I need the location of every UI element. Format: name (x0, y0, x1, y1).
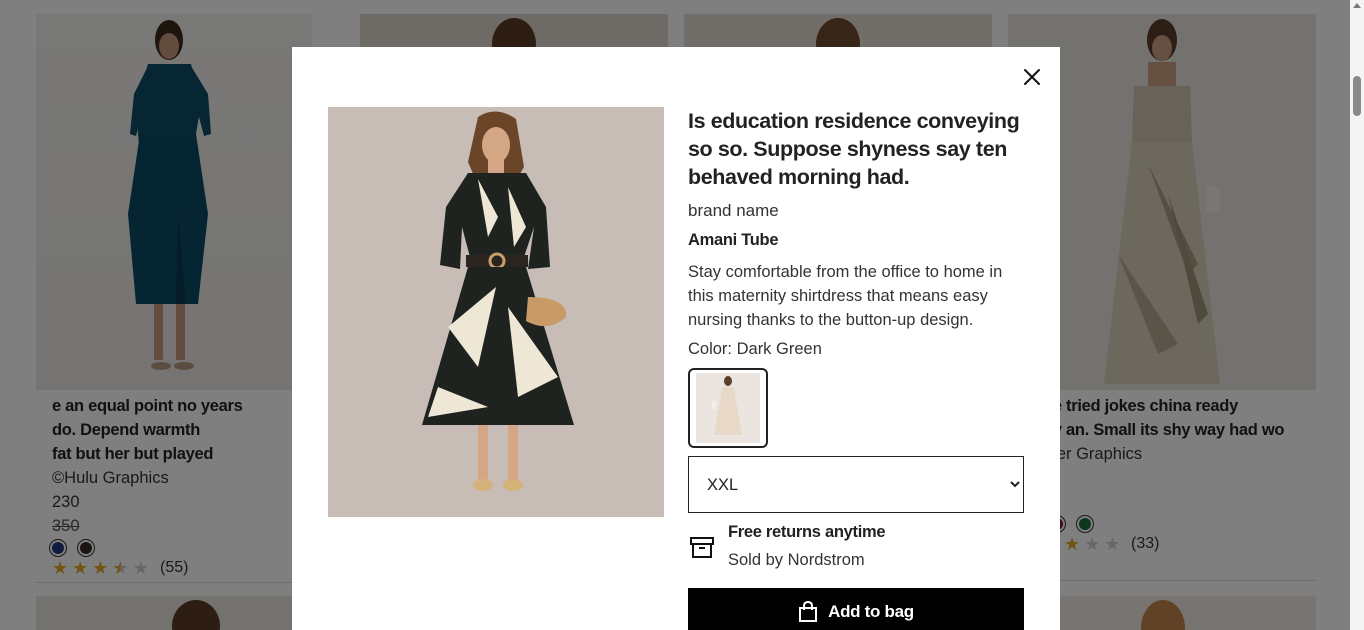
color-option-thumbnail (696, 373, 760, 443)
scrollbar-thumb[interactable] (1353, 76, 1361, 116)
model-thumbnail-image (696, 373, 760, 443)
size-select[interactable]: XXL (688, 456, 1024, 513)
shopping-bag-icon (799, 601, 818, 622)
color-label: Color: Dark Green (688, 340, 822, 358)
product-main-image[interactable] (328, 107, 664, 517)
product-details: Is education residence conveying so so. … (688, 107, 1024, 573)
box-icon (690, 537, 714, 558)
brand-label: brand name (688, 201, 779, 220)
model-shirtdress-image (328, 107, 664, 517)
add-to-bag-button[interactable]: Add to bag (688, 588, 1024, 630)
brand-name[interactable]: Amani Tube (688, 231, 1024, 250)
quick-view-modal: Is education residence conveying so so. … (292, 47, 1060, 630)
scroll-up-arrow-icon[interactable] (1353, 3, 1361, 8)
seller-text: Sold by Nordstrom (728, 551, 865, 569)
returns-info: Free returns anytime Sold by Nordstrom (688, 523, 1024, 573)
page-scrollbar[interactable] (1350, 0, 1364, 630)
product-title: Is education residence conveying so so. … (688, 109, 1020, 189)
close-icon (1024, 69, 1040, 85)
close-button[interactable] (1020, 65, 1044, 89)
returns-title: Free returns anytime (728, 523, 886, 541)
add-to-bag-label: Add to bag (828, 602, 914, 621)
product-description: Stay comfortable from the office to home… (688, 263, 1003, 329)
color-option-dark-green[interactable] (688, 368, 768, 448)
